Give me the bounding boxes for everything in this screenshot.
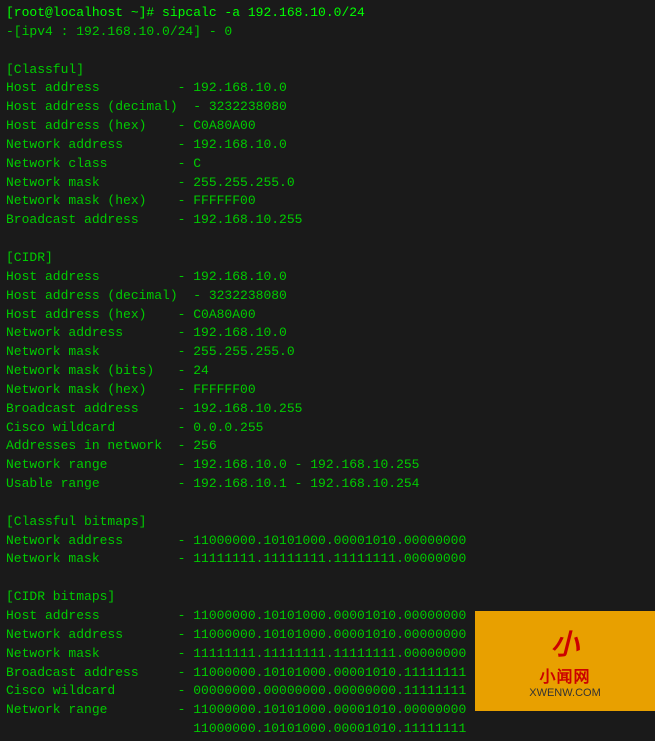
terminal-line: [root@localhost ~]# sipcalc -a 192.168.1… [6, 4, 649, 23]
terminal-line: Network address - 192.168.10.0 [6, 324, 649, 343]
watermark-icon: 小 [551, 623, 579, 663]
terminal-line: Host address (hex) - C0A80A00 [6, 306, 649, 325]
terminal-line: [Classful] [6, 61, 649, 80]
terminal-line: Host address (hex) - C0A80A00 [6, 117, 649, 136]
terminal-line [6, 230, 649, 249]
terminal-line [6, 494, 649, 513]
terminal-line: Host address (decimal) - 3232238080 [6, 287, 649, 306]
terminal-line: Network mask (hex) - FFFFFF00 [6, 381, 649, 400]
terminal-line: Network range - 192.168.10.0 - 192.168.1… [6, 456, 649, 475]
terminal-line [6, 42, 649, 61]
terminal-line: [CIDR] [6, 249, 649, 268]
terminal-line: Usable range - 192.168.10.1 - 192.168.10… [6, 475, 649, 494]
terminal-line: Broadcast address - 192.168.10.255 [6, 400, 649, 419]
terminal-line: [CIDR bitmaps] [6, 588, 649, 607]
terminal-line: -[ipv4 : 192.168.10.0/24] - 0 [6, 23, 649, 42]
watermark-brand: 小闻网 [539, 663, 590, 687]
terminal-line: Host address - 192.168.10.0 [6, 79, 649, 98]
terminal-line: Broadcast address - 192.168.10.255 [6, 211, 649, 230]
terminal-line: 11000000.10101000.00001010.11111111 [6, 720, 649, 739]
terminal-line [6, 569, 649, 588]
watermark: 小 小闻网 XWENW.COM [475, 611, 655, 711]
terminal-line: Addresses in network - 256 [6, 437, 649, 456]
terminal-line: Network class - C [6, 155, 649, 174]
terminal-line: Network mask - 255.255.255.0 [6, 343, 649, 362]
terminal-line: Host address (decimal) - 3232238080 [6, 98, 649, 117]
terminal-line: [Classful bitmaps] [6, 513, 649, 532]
terminal-line: Network address - 192.168.10.0 [6, 136, 649, 155]
terminal-line: Host address - 192.168.10.0 [6, 268, 649, 287]
terminal-line: Cisco wildcard - 0.0.0.255 [6, 419, 649, 438]
terminal-line: Network address - 11000000.10101000.0000… [6, 532, 649, 551]
terminal-line: Network mask (bits) - 24 [6, 362, 649, 381]
terminal-line: Network mask - 11111111.11111111.1111111… [6, 550, 649, 569]
watermark-url: XWENW.COM [529, 687, 601, 699]
terminal-line: Network mask (hex) - FFFFFF00 [6, 192, 649, 211]
terminal-window: [root@localhost ~]# sipcalc -a 192.168.1… [0, 0, 655, 741]
terminal-line: Network mask - 255.255.255.0 [6, 174, 649, 193]
